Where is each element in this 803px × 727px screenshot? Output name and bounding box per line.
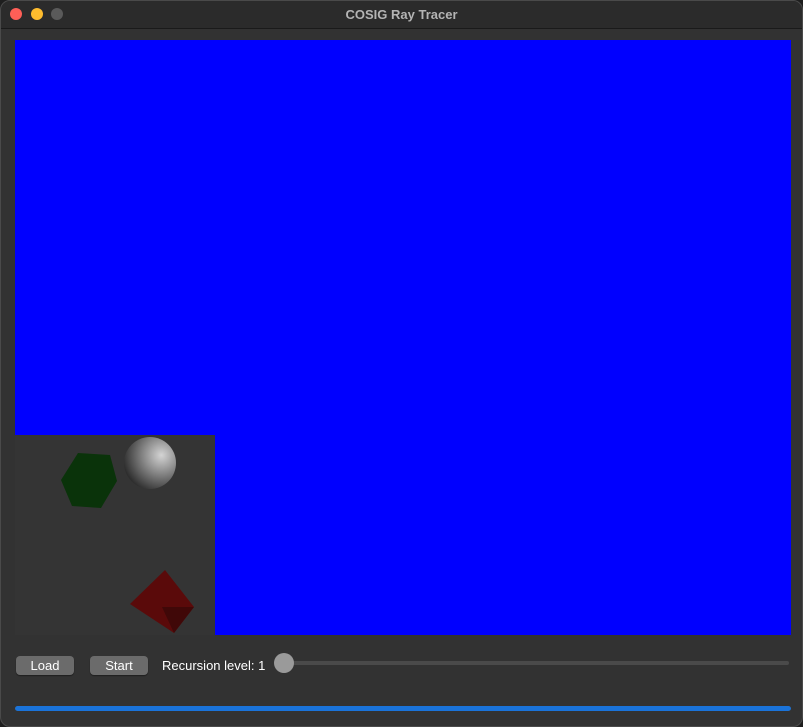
window-title: COSIG Ray Tracer xyxy=(345,7,458,22)
sphere-object xyxy=(124,437,176,489)
tetrahedron-object xyxy=(130,570,194,633)
hexagonal-prism-object xyxy=(61,453,117,508)
render-canvas xyxy=(15,40,791,635)
rendered-tile xyxy=(15,435,215,635)
recursion-level-label: Recursion level: 1 xyxy=(162,658,266,673)
render-progress-bar xyxy=(15,706,791,711)
recursion-slider-thumb[interactable] xyxy=(274,653,294,673)
render-progress-fill xyxy=(15,706,791,711)
control-bar: Load Start Recursion level: 1 xyxy=(1,651,802,681)
start-button[interactable]: Start xyxy=(90,656,148,675)
rendered-scene xyxy=(61,437,194,633)
load-button[interactable]: Load xyxy=(16,656,74,675)
title-bar: COSIG Ray Tracer xyxy=(1,1,802,29)
app-window: COSIG Ray Tracer Load Start Recursion le… xyxy=(0,0,803,727)
recursion-slider-track[interactable] xyxy=(283,661,789,665)
